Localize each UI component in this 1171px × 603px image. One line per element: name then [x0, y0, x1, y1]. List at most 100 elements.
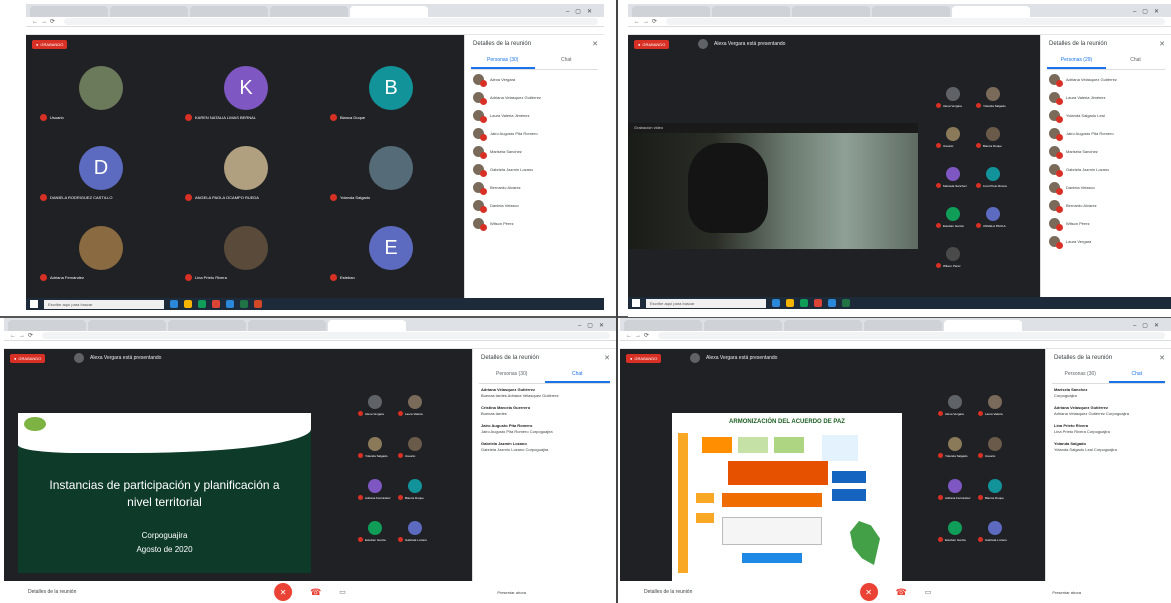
participant-tile[interactable]: Yolanda Salgado [356, 433, 394, 459]
participant-tile[interactable]: Wilson Pérez [934, 243, 972, 269]
nav-arrows-icon[interactable]: ←→⟳ [10, 332, 36, 339]
window-controls[interactable]: –▢✕ [560, 8, 604, 17]
meeting-details-button[interactable]: Detalles de la reunión [28, 589, 76, 595]
participant-tile[interactable]: Usuario [934, 123, 972, 149]
nav-arrows-icon[interactable]: ←→⟳ [634, 18, 660, 25]
word-icon[interactable] [226, 300, 234, 308]
participant-list-item[interactable]: Bernardo Alvarez [1041, 196, 1171, 214]
participant-list-item[interactable]: Adriana Velasquez Gutiérrez [1041, 70, 1171, 88]
url-field[interactable] [64, 18, 598, 25]
participant-tile[interactable]: ANGELA PAOLA [974, 203, 1012, 229]
browser-tab-active[interactable] [952, 6, 1030, 17]
camera-icon[interactable]: ▭ [339, 588, 346, 596]
participant-list-item[interactable]: Bernardo Alvarez [465, 178, 604, 196]
tab-people[interactable]: Personas (30) [479, 367, 545, 383]
app-icon[interactable] [212, 300, 220, 308]
participant-tile[interactable]: Alexa Vergara [356, 391, 394, 417]
window-controls[interactable]: –▢✕ [1127, 322, 1171, 331]
participant-tile[interactable]: Alexa Vergara [934, 83, 972, 109]
participant-list-item[interactable]: Daniela Velasco [465, 196, 604, 214]
participant-list-item[interactable]: Adriana Velasquez Gutiérrez [465, 88, 604, 106]
browser-tab[interactable] [704, 320, 782, 331]
nav-arrows-icon[interactable]: ←→⟳ [626, 332, 652, 339]
word-icon[interactable] [828, 299, 836, 307]
participant-tile[interactable]: E Esteban [326, 213, 456, 283]
window-controls[interactable]: –▢✕ [1127, 8, 1171, 17]
nav-arrows-icon[interactable]: ←→⟳ [32, 18, 58, 25]
participant-list-item[interactable]: Gabriela Jazmín Lozano [465, 160, 604, 178]
participant-tile[interactable]: Laura Valeria [396, 391, 434, 417]
chrome-icon[interactable] [800, 299, 808, 307]
app-icon[interactable] [814, 299, 822, 307]
taskbar-search-input[interactable]: Escribe aquí para buscar [44, 299, 164, 309]
tab-chat[interactable]: Chat [535, 53, 599, 69]
participant-list-item[interactable]: Jairo Augusto Pita Romero [465, 124, 604, 142]
tab-people[interactable]: Personas (30) [471, 53, 535, 69]
browser-tab[interactable] [110, 6, 188, 17]
folder-icon[interactable] [184, 300, 192, 308]
browser-tab[interactable] [712, 6, 790, 17]
participant-list-item[interactable]: Daniela Velasco [1041, 178, 1171, 196]
participant-list-item[interactable]: Laura Valeria Jiménez [465, 106, 604, 124]
participant-tile[interactable]: Laura Valeria [976, 391, 1014, 417]
tab-chat[interactable]: Chat [544, 367, 610, 383]
participant-list-item[interactable]: Laura Vergara [1041, 232, 1171, 250]
close-icon[interactable]: ✕ [1159, 40, 1165, 48]
camera-icon[interactable]: ▭ [925, 588, 932, 596]
browser-tab-active[interactable] [350, 6, 428, 17]
participant-list-item[interactable]: Marisela Sanchez [465, 142, 604, 160]
participant-tile[interactable]: Yolanda Salgado [974, 83, 1012, 109]
participant-tile[interactable]: Bianca Duque [396, 475, 434, 501]
participant-tile[interactable]: Gabriela Lozano [976, 517, 1014, 543]
mic-off-icon[interactable]: ✕ [859, 583, 878, 601]
browser-tab[interactable] [624, 320, 702, 331]
tab-chat[interactable]: Chat [1106, 53, 1165, 69]
browser-tab[interactable] [792, 6, 870, 17]
windows-start-icon[interactable] [30, 300, 38, 308]
participant-tile[interactable]: Lina Prieto Rivera [181, 213, 311, 283]
participant-list-item[interactable]: Wilson Pérez [1041, 214, 1171, 232]
participant-tile[interactable]: D DANIELA RODRIGUEZ CASTILLO [36, 133, 166, 203]
participant-tile[interactable]: Bianca Duque [974, 123, 1012, 149]
participant-tile[interactable]: Usuario [396, 433, 434, 459]
url-field[interactable] [42, 332, 610, 339]
participant-list-item[interactable]: Alexa Vergara [465, 70, 604, 88]
participant-list-item[interactable]: Yolanda Salgado Leal [1041, 106, 1171, 124]
participant-tile[interactable]: Alexa Vergara [936, 391, 974, 417]
hang-up-icon[interactable]: ☎ [896, 587, 907, 598]
browser-tab[interactable] [8, 320, 86, 331]
participant-tile[interactable]: Esteban Garcia [934, 203, 972, 229]
browser-tab[interactable] [784, 320, 862, 331]
window-controls[interactable]: –▢✕ [572, 322, 616, 331]
participant-tile[interactable]: Usuario [36, 53, 166, 123]
folder-icon[interactable] [786, 299, 794, 307]
participant-tile[interactable]: Lina Prieto Rivera [974, 163, 1012, 189]
close-icon[interactable]: ✕ [1159, 354, 1165, 362]
chrome-icon[interactable] [198, 300, 206, 308]
meeting-details-button[interactable]: Detalles de la reunión [644, 589, 692, 595]
participant-tile[interactable]: Esteban Garcia [356, 517, 394, 543]
participant-tile[interactable]: Marisela Sanchez [934, 163, 972, 189]
windows-start-icon[interactable] [632, 299, 640, 307]
participant-tile[interactable]: K KAREN NATALIA LIMAS BERNAL [181, 53, 311, 123]
participant-tile[interactable]: B Bianca Duque [326, 53, 456, 123]
participant-list-item[interactable]: Marisela Sanchez [1041, 142, 1171, 160]
browser-tab[interactable] [632, 6, 710, 17]
participant-tile[interactable]: Esteban Garcia [936, 517, 974, 543]
browser-tab[interactable] [30, 6, 108, 17]
participant-tile[interactable]: Adriana Fernández [356, 475, 394, 501]
browser-tab-active[interactable] [328, 320, 406, 331]
participant-tile[interactable]: Gabriela Lozano [396, 517, 434, 543]
participant-tile[interactable]: Adriana Fernández [36, 213, 166, 283]
url-field[interactable] [666, 18, 1165, 25]
present-now-button[interactable]: Presentar ahora [497, 590, 526, 595]
mic-off-icon[interactable]: ✕ [274, 583, 293, 601]
browser-tab[interactable] [88, 320, 166, 331]
browser-tab[interactable] [864, 320, 942, 331]
tab-people[interactable]: Personas (29) [1047, 53, 1106, 69]
browser-tab[interactable] [248, 320, 326, 331]
powerpoint-icon[interactable] [254, 300, 262, 308]
participant-list-item[interactable]: Laura Valeria Jiménez [1041, 88, 1171, 106]
tab-chat[interactable]: Chat [1108, 367, 1165, 383]
excel-icon[interactable] [842, 299, 850, 307]
